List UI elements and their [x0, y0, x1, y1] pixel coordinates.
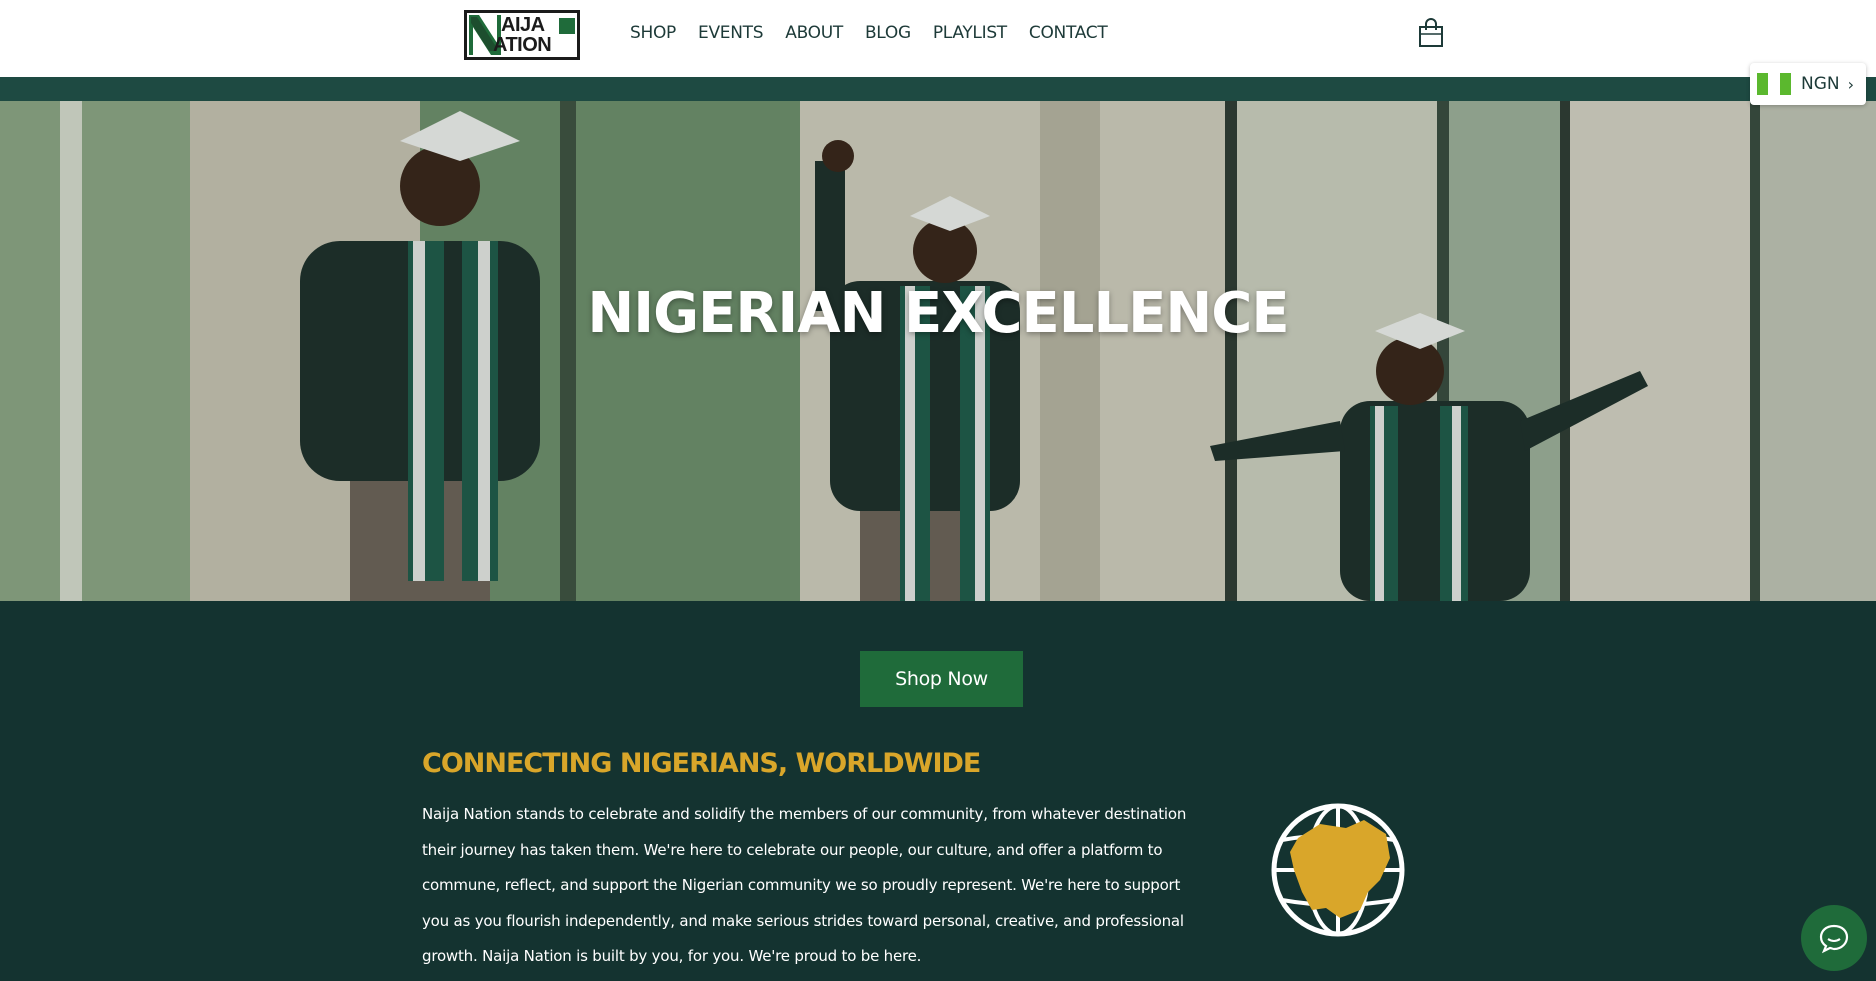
site-header: AIJA ATION SHOP EVENTS ABOUT BLOG PLAYLI… [0, 0, 1876, 77]
hero-banner: NIGERIAN EXCELLENCE [0, 101, 1876, 601]
logo-accent-square [559, 18, 575, 34]
hero-title: NIGERIAN EXCELLENCE [587, 281, 1289, 346]
logo-line1: AIJA [501, 14, 545, 36]
shopping-bag-icon[interactable] [1418, 18, 1444, 48]
nav-about[interactable]: ABOUT [785, 20, 843, 46]
brand-logo[interactable]: AIJA ATION [464, 10, 580, 60]
about-body: Naija Nation stands to celebrate and sol… [422, 805, 1187, 966]
nav-events[interactable]: EVENTS [698, 20, 764, 46]
about-heading: CONNECTING NIGERIANS, WORLDWIDE [422, 748, 981, 779]
nigeria-flag-icon [1757, 73, 1791, 95]
chevron-right-icon: › [1847, 74, 1855, 94]
nav-contact[interactable]: CONTACT [1029, 20, 1108, 46]
header-band [0, 77, 1876, 101]
hero-photo [0, 101, 1876, 601]
logo-line2: ATION [493, 34, 552, 56]
chat-bubble-icon [1819, 924, 1849, 954]
nav-blog[interactable]: BLOG [865, 20, 911, 46]
chat-button[interactable] [1801, 905, 1867, 971]
globe-nigeria-icon [1271, 803, 1405, 937]
main-nav: SHOP EVENTS ABOUT BLOG PLAYLIST CONTACT [630, 20, 1129, 46]
shop-now-button[interactable]: Shop Now [860, 651, 1023, 707]
currency-selector[interactable]: NGN › [1750, 63, 1866, 105]
nav-playlist[interactable]: PLAYLIST [933, 20, 1007, 46]
nav-shop[interactable]: SHOP [630, 20, 676, 46]
currency-code: NGN [1801, 74, 1840, 94]
